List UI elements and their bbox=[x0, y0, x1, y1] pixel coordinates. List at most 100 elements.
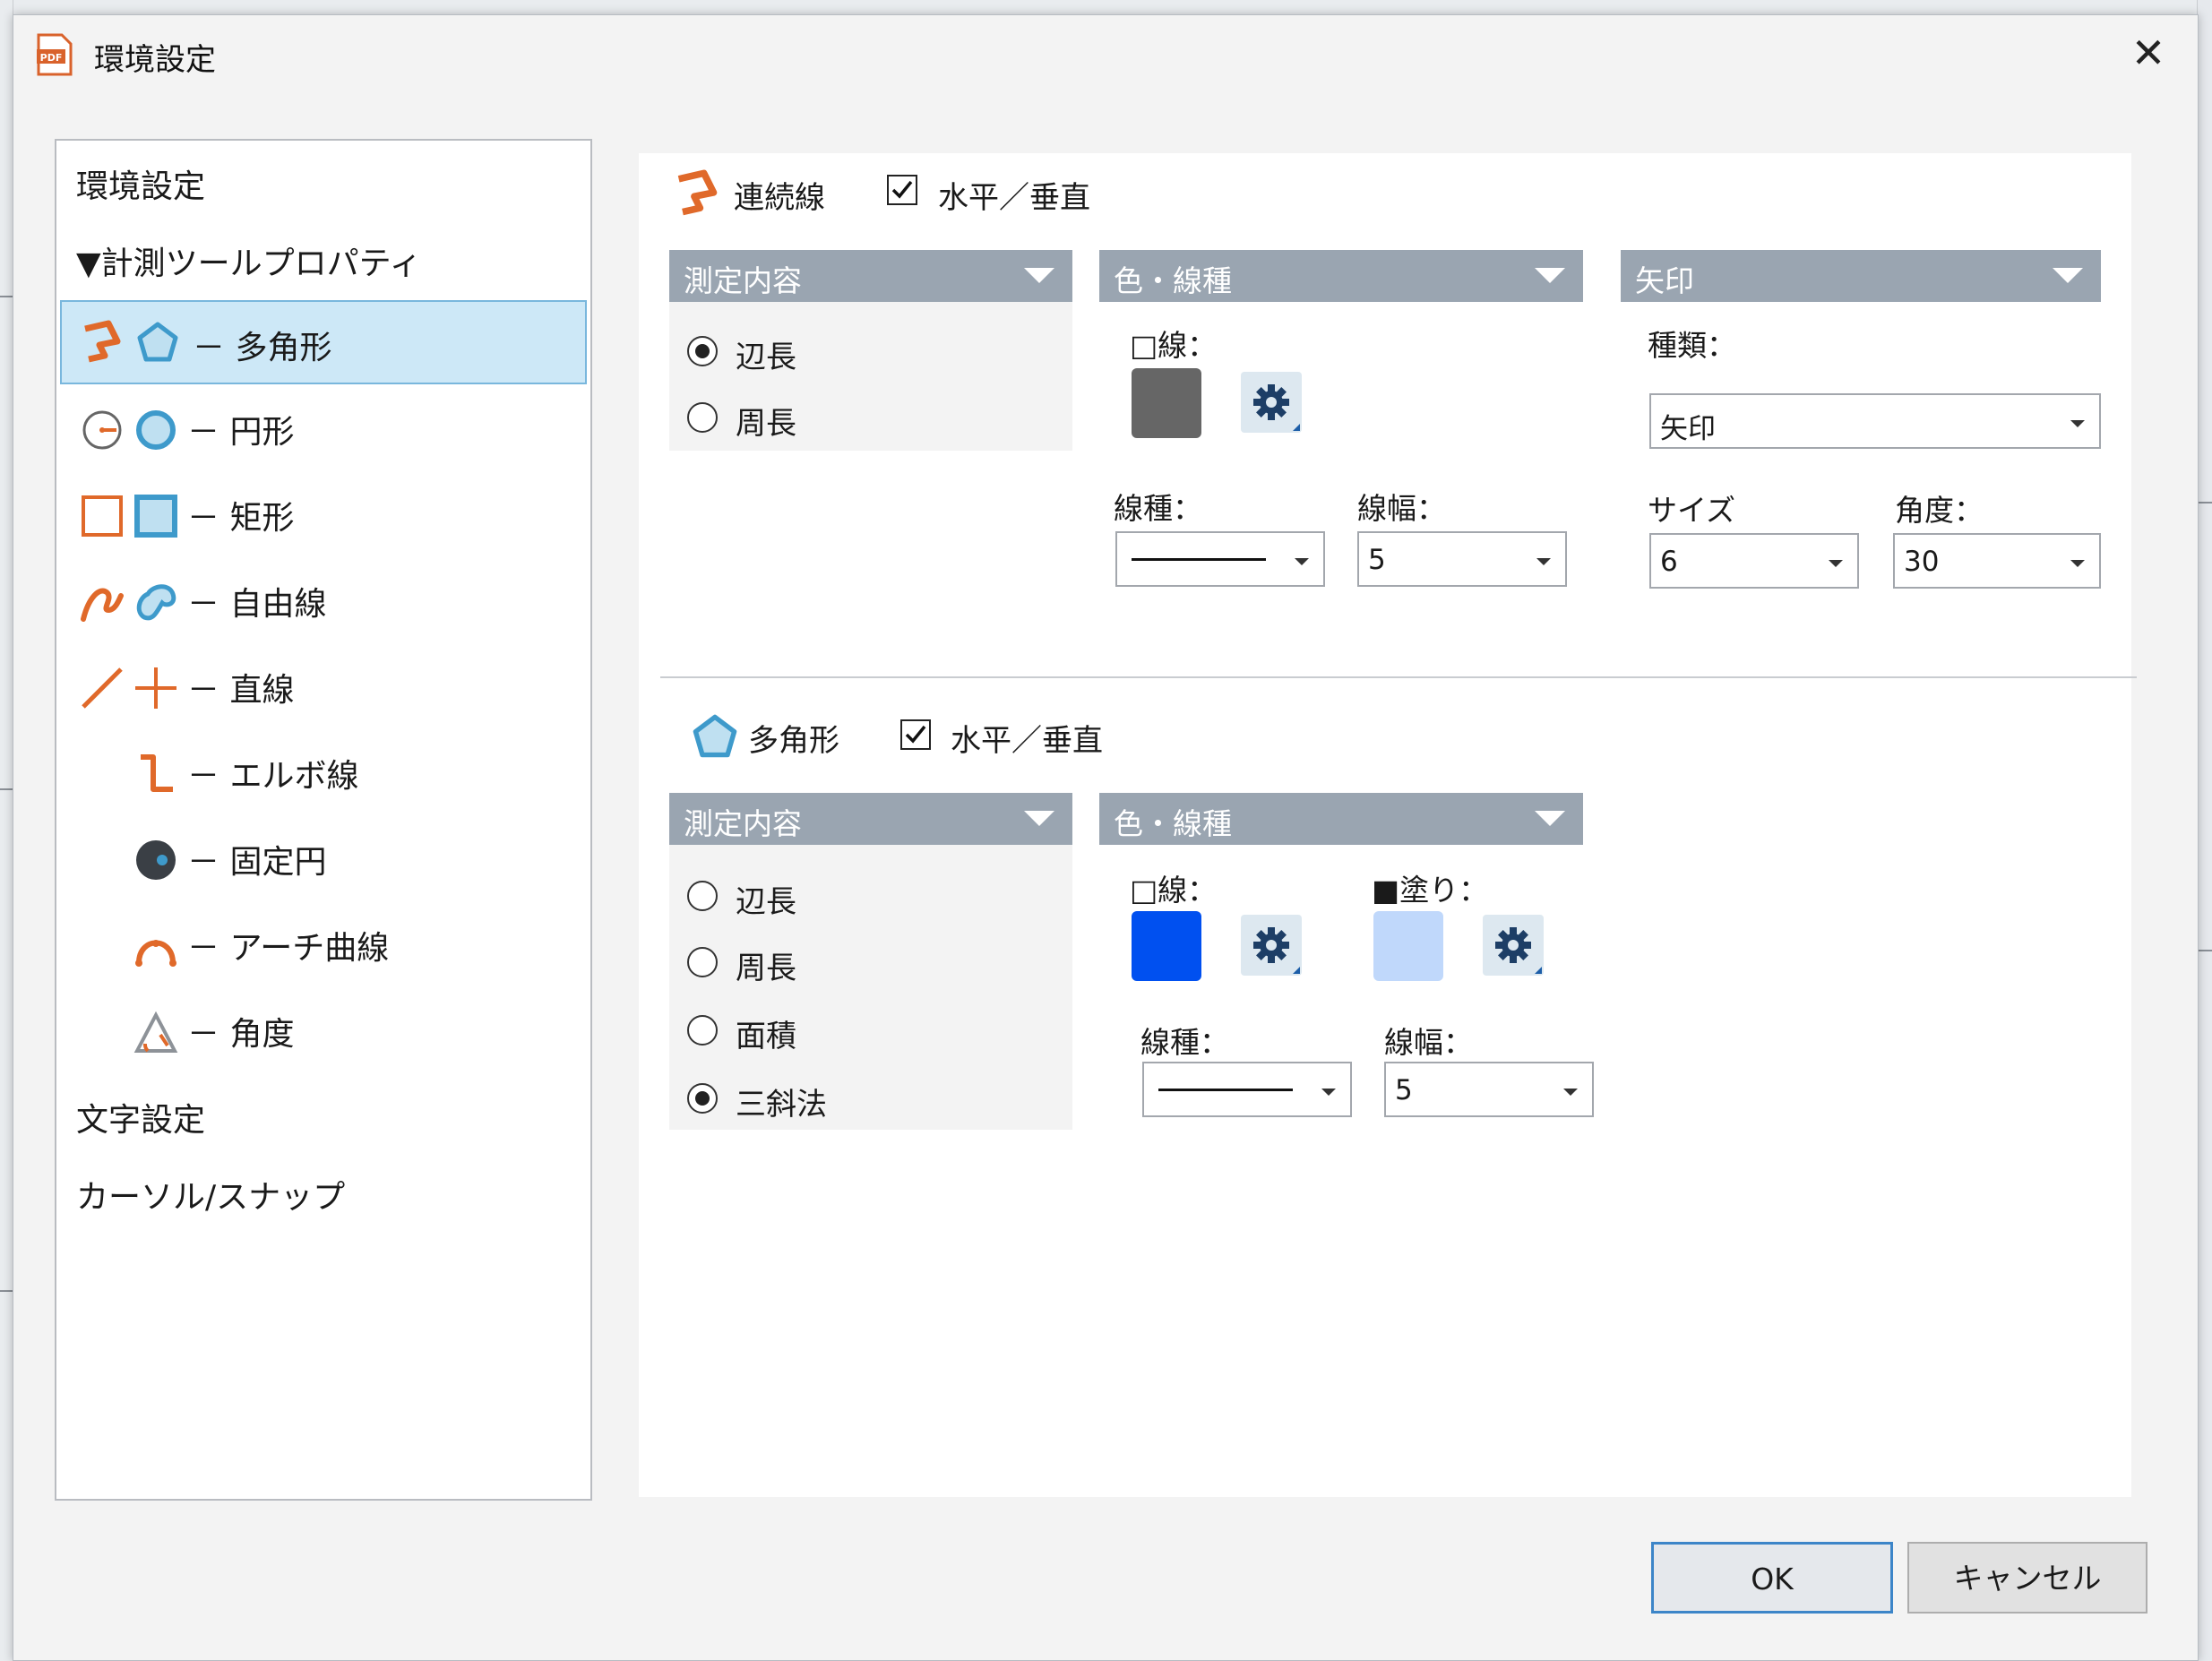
gear-icon bbox=[1253, 927, 1300, 974]
angle-icon bbox=[133, 1010, 178, 1054]
collapse-arrow-icon bbox=[2053, 268, 2083, 283]
arrow-type-label: 種類： bbox=[1648, 328, 1736, 363]
polygon-measure-radio-perimeter[interactable] bbox=[687, 947, 718, 977]
polyline-line-width-label: 線幅： bbox=[1357, 491, 1446, 526]
tree-item-label: － 角度 bbox=[187, 1016, 295, 1053]
polyline-line-color-settings-button[interactable] bbox=[1241, 372, 1302, 433]
tree-item-general[interactable]: 環境設定 bbox=[56, 141, 590, 221]
polyline-measure-edge-label: 辺長 bbox=[736, 340, 796, 375]
collapse-arrow-icon bbox=[1535, 268, 1565, 283]
svg-text:PDF: PDF bbox=[40, 52, 63, 64]
tree-item-measure-tools[interactable]: ▼計測ツールプロパティ bbox=[56, 218, 590, 298]
polyline-style-header[interactable]: 色・線種 bbox=[1099, 250, 1583, 302]
tree-item-angle[interactable]: － 角度 bbox=[56, 988, 590, 1069]
tree-item-label: 環境設定 bbox=[76, 168, 206, 205]
tree-item-label: － 固定円 bbox=[187, 844, 327, 881]
tree-item-label: ▼計測ツールプロパティ bbox=[76, 245, 422, 282]
polygon-line-type-label: 線種： bbox=[1140, 1025, 1229, 1060]
polygon-measure-radio-edge[interactable] bbox=[687, 881, 718, 911]
tree-item-text-settings[interactable]: 文字設定 bbox=[56, 1074, 590, 1155]
elbow-line-icon bbox=[133, 752, 178, 796]
tree-item-circle[interactable]: － 円形 bbox=[56, 386, 590, 467]
polygon-style-header[interactable]: 色・線種 bbox=[1099, 793, 1583, 845]
rectangle-blue-icon bbox=[133, 494, 178, 538]
pdf-app-icon: PDF bbox=[35, 33, 74, 76]
polygon-section-icon bbox=[691, 712, 739, 761]
line-type-preview bbox=[1132, 558, 1266, 561]
polygon-line-width-value: 5 bbox=[1395, 1074, 1413, 1106]
polyline-measure-radio-perimeter[interactable] bbox=[687, 402, 718, 433]
polygon-measure-edge-label: 辺長 bbox=[736, 884, 796, 920]
polyline-measure-radio-edge[interactable] bbox=[687, 336, 718, 366]
background-app-top bbox=[0, 0, 2212, 14]
tree-item-label: － 矩形 bbox=[187, 500, 295, 537]
arrow-type-value: 矢印 bbox=[1660, 413, 1716, 445]
circle-blue-icon bbox=[133, 408, 178, 452]
polyline-hv-checkbox[interactable] bbox=[887, 175, 917, 205]
tree-item-freehand[interactable]: － 自由線 bbox=[56, 558, 590, 639]
polyline-line-type-select[interactable] bbox=[1115, 531, 1325, 587]
line-orange-icon bbox=[80, 666, 125, 710]
polyline-arrow-header-label: 矢印 bbox=[1635, 263, 1694, 298]
polygon-fill-color-swatch[interactable] bbox=[1373, 911, 1443, 981]
polyline-section-icon bbox=[671, 169, 719, 218]
polygon-measure-header-label: 測定内容 bbox=[684, 806, 802, 841]
tree-item-rectangle[interactable]: － 矩形 bbox=[56, 472, 590, 553]
polygon-line-width-select[interactable]: 5 bbox=[1384, 1062, 1594, 1117]
collapse-arrow-icon bbox=[1024, 811, 1054, 826]
polygon-line-color-settings-button[interactable] bbox=[1241, 915, 1302, 976]
arrow-angle-select[interactable]: 30 bbox=[1893, 533, 2101, 589]
polygon-hv-checkbox[interactable] bbox=[900, 719, 931, 750]
dropdown-arrow-icon bbox=[1829, 560, 1843, 567]
arrow-size-value: 6 bbox=[1660, 546, 1678, 578]
tree-item-fixed-circle[interactable]: － 固定円 bbox=[56, 816, 590, 897]
ok-button[interactable]: OK bbox=[1651, 1542, 1893, 1614]
dropdown-arrow-icon bbox=[1321, 1089, 1336, 1096]
collapse-arrow-icon bbox=[1024, 268, 1054, 283]
background-app-left-edge bbox=[0, 0, 13, 1661]
arrow-type-select[interactable]: 矢印 bbox=[1649, 393, 2101, 449]
line-type-preview bbox=[1158, 1089, 1293, 1091]
tree-item-label: － 円形 bbox=[187, 414, 295, 451]
collapse-arrow-icon bbox=[1535, 811, 1565, 826]
dropdown-arrow-icon bbox=[1295, 558, 1309, 565]
close-button[interactable]: ✕ bbox=[2119, 26, 2178, 80]
polyline-section-title: 連続線 bbox=[734, 180, 825, 216]
polygon-fill-color-settings-button[interactable] bbox=[1483, 915, 1544, 976]
polygon-blue-icon bbox=[135, 320, 180, 365]
tree-item-arch[interactable]: － アーチ曲線 bbox=[56, 902, 590, 983]
polyline-line-width-select[interactable]: 5 bbox=[1357, 531, 1567, 587]
polygon-fill-color-label: ■塗り： bbox=[1372, 873, 1489, 908]
tree-item-cursor-snap[interactable]: カーソル/スナップ bbox=[56, 1151, 590, 1232]
gear-icon bbox=[1253, 384, 1300, 431]
window-title: 環境設定 bbox=[94, 42, 216, 78]
polyline-line-color-label: □線： bbox=[1130, 328, 1218, 363]
tree-item-label: カーソル/スナップ bbox=[76, 1179, 346, 1216]
tree-item-polygon[interactable]: － 多角形 bbox=[60, 300, 587, 384]
polygon-line-color-swatch[interactable] bbox=[1132, 911, 1201, 981]
polygon-measure-perimeter-label: 周長 bbox=[736, 951, 796, 986]
tree-item-elbow[interactable]: － エルボ線 bbox=[56, 730, 590, 811]
tree-item-line[interactable]: － 直線 bbox=[56, 644, 590, 725]
polyline-measure-header-label: 測定内容 bbox=[684, 263, 802, 298]
polyline-orange-icon bbox=[78, 320, 123, 365]
polygon-measure-header[interactable]: 測定内容 bbox=[669, 793, 1072, 845]
settings-tree: 環境設定 ▼計測ツールプロパティ － 多角形 － 円形 － 矩形 － 自由線 －… bbox=[55, 139, 592, 1501]
polygon-measure-body bbox=[669, 845, 1072, 1130]
arrow-size-select[interactable]: 6 bbox=[1649, 533, 1859, 589]
dropdown-arrow-icon bbox=[2070, 560, 2085, 567]
polygon-line-type-select[interactable] bbox=[1142, 1062, 1352, 1117]
cancel-button[interactable]: キャンセル bbox=[1907, 1542, 2147, 1614]
polyline-arrow-header[interactable]: 矢印 bbox=[1621, 250, 2101, 302]
polygon-measure-radio-triangle[interactable] bbox=[687, 1083, 718, 1114]
polygon-measure-triangle-label: 三斜法 bbox=[736, 1087, 827, 1123]
polyline-line-color-swatch[interactable] bbox=[1132, 368, 1201, 438]
polygon-hv-label: 水平／垂直 bbox=[951, 723, 1103, 759]
polyline-line-type-label: 線種： bbox=[1114, 491, 1202, 526]
arrow-size-label: サイズ bbox=[1648, 493, 1736, 528]
title-bar: PDF 環境設定 ✕ bbox=[13, 15, 2198, 94]
polyline-measure-perimeter-label: 周長 bbox=[736, 406, 796, 442]
crosshair-orange-icon bbox=[133, 666, 178, 710]
polyline-measure-header[interactable]: 測定内容 bbox=[669, 250, 1072, 302]
polygon-measure-radio-area[interactable] bbox=[687, 1015, 718, 1046]
